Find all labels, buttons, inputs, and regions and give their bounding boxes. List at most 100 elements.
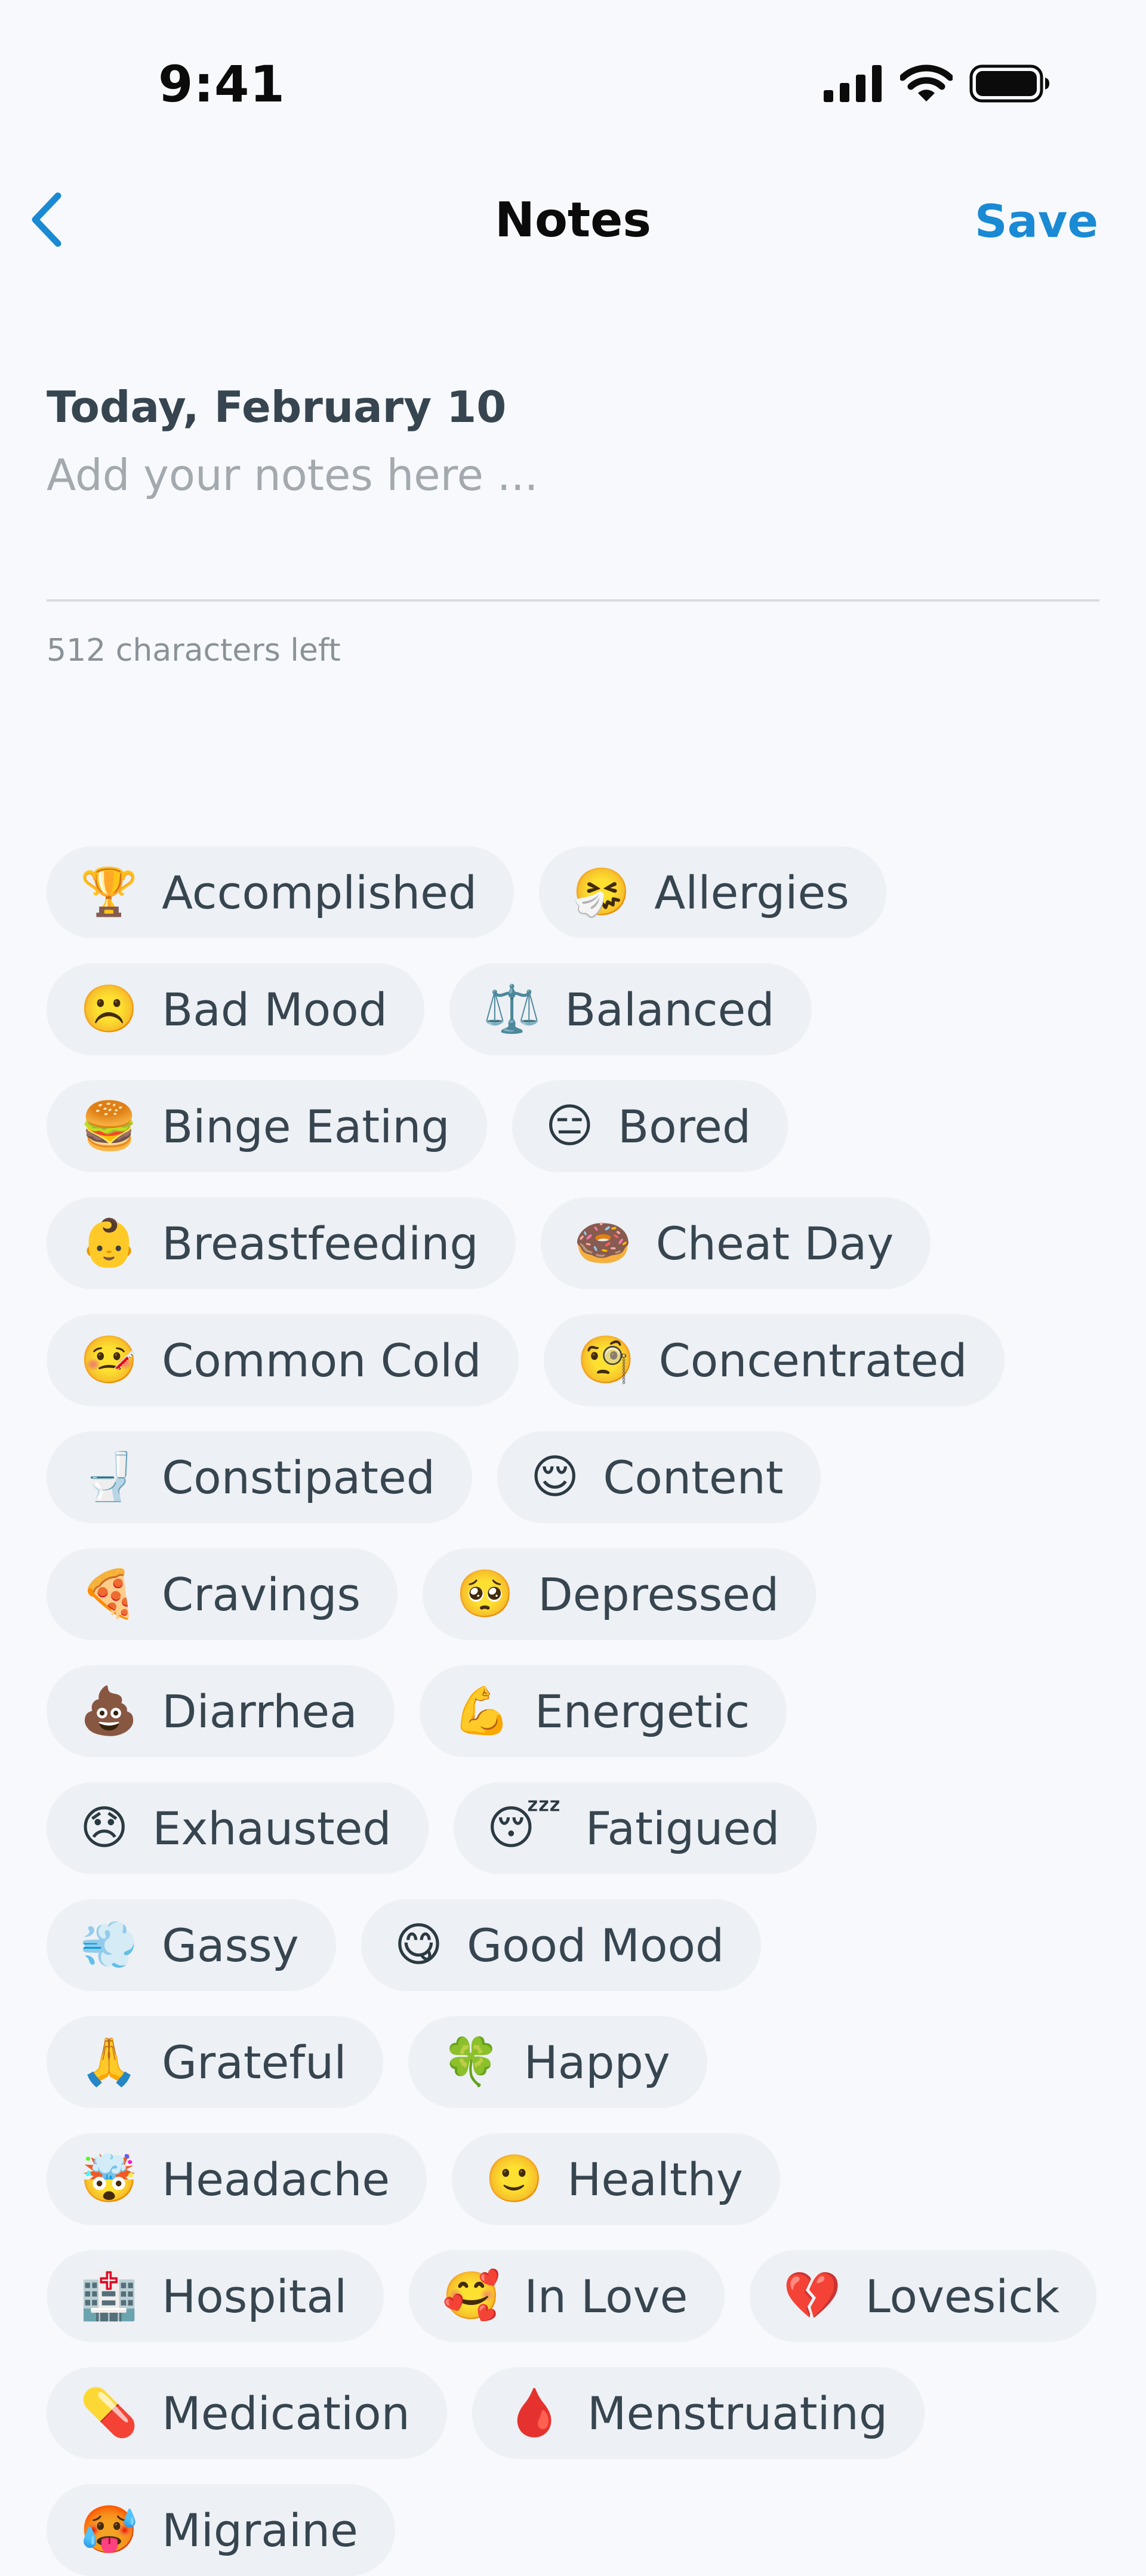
tag-emoji-icon: 💪 xyxy=(452,1684,511,1738)
tag-chip[interactable]: ⚖️ Balanced xyxy=(449,963,812,1055)
tag-list: 🏆 Accomplished 🤧 Allergies ☹️ Bad Mood ⚖️ Balan… xyxy=(47,846,1109,2576)
tag-emoji-icon: 🍀 xyxy=(442,2035,500,2089)
tag-chip[interactable]: 🤧 Allergies xyxy=(539,846,886,938)
tag-emoji-icon: 🥰 xyxy=(442,2269,501,2323)
tag-label: Diarrhea xyxy=(162,1684,358,1738)
wifi-icon xyxy=(899,64,954,105)
tag-emoji-icon: 🥺 xyxy=(456,1567,515,1621)
tag-emoji-icon: 🚽 xyxy=(80,1450,138,1504)
save-button[interactable]: Save xyxy=(975,195,1098,248)
tag-label: Concentrated xyxy=(658,1333,968,1387)
tag-label: Bad Mood xyxy=(162,982,388,1036)
tag-chip[interactable]: 😌 Content xyxy=(497,1431,821,1523)
tag-chip[interactable]: 🏥 Hospital xyxy=(47,2250,384,2342)
tag-label: Breastfeeding xyxy=(162,1216,479,1270)
tag-label: Gassy xyxy=(162,1918,299,1972)
date-label: Today, February 10 xyxy=(47,382,507,432)
tag-label: Exhausted xyxy=(152,1801,392,1855)
tag-chip[interactable]: 🙂 Healthy xyxy=(452,2133,780,2225)
tag-chip[interactable]: 🚽 Constipated xyxy=(47,1431,472,1523)
tag-chip[interactable]: 😋 Good Mood xyxy=(361,1899,762,1991)
tag-chip[interactable]: 🤒 Common Cold xyxy=(47,1314,519,1406)
tag-chip[interactable]: 🙏 Grateful xyxy=(47,2016,384,2108)
tag-label: Accomplished xyxy=(162,865,478,919)
tag-chip[interactable]: 😞 Exhausted xyxy=(47,1782,429,1874)
tag-chip[interactable]: 👶 Breastfeeding xyxy=(47,1197,516,1289)
tag-chip[interactable]: 🧐 Concentrated xyxy=(543,1314,1005,1406)
tag-label: Headache xyxy=(162,2152,390,2206)
tag-emoji-icon: ⚖️ xyxy=(483,982,541,1036)
tag-label: Menstruating xyxy=(587,2386,888,2440)
tag-emoji-icon: 💔 xyxy=(783,2269,842,2323)
tag-emoji-icon: 💩 xyxy=(80,1684,138,1738)
characters-left-counter: 512 characters left xyxy=(47,633,341,668)
tag-emoji-icon: 😑 xyxy=(545,1099,594,1153)
tag-label: Binge Eating xyxy=(162,1099,450,1153)
tag-label: Good Mood xyxy=(467,1918,725,1972)
tag-chip[interactable]: 🥵 Migraine xyxy=(47,2484,395,2576)
notes-divider xyxy=(47,599,1099,602)
battery-icon xyxy=(969,64,1050,105)
status-time: 9:41 xyxy=(158,55,285,113)
tag-chip[interactable]: 💨 Gassy xyxy=(47,1899,336,1991)
tag-emoji-icon: 😋 xyxy=(394,1918,443,1972)
tag-label: Grateful xyxy=(162,2035,347,2089)
tag-emoji-icon: 👶 xyxy=(80,1216,138,1270)
tag-chip[interactable]: 💩 Diarrhea xyxy=(47,1665,395,1757)
tag-chip[interactable]: 💪 Energetic xyxy=(419,1665,787,1757)
tag-label: Common Cold xyxy=(162,1333,482,1387)
tag-label: Cravings xyxy=(162,1567,361,1621)
tag-emoji-icon: 😴 xyxy=(486,1801,562,1855)
tag-label: Medication xyxy=(162,2386,410,2440)
tag-chip[interactable]: 🍀 Happy xyxy=(408,2016,707,2108)
tag-emoji-icon: 🤧 xyxy=(572,865,631,919)
tag-label: Cheat Day xyxy=(655,1216,894,1270)
tag-label: Hospital xyxy=(162,2269,347,2323)
tag-emoji-icon: 🍕 xyxy=(80,1567,138,1621)
tag-emoji-icon: 😌 xyxy=(530,1450,580,1504)
tag-label: Healthy xyxy=(567,2152,743,2206)
tag-label: Energetic xyxy=(534,1684,750,1738)
tag-emoji-icon: ☹️ xyxy=(80,982,138,1036)
tag-label: Allergies xyxy=(654,865,849,919)
tag-chip[interactable]: 💔 Lovesick xyxy=(750,2250,1097,2342)
tag-emoji-icon: 🏥 xyxy=(80,2269,138,2323)
tag-chip[interactable]: 🤯 Headache xyxy=(47,2133,427,2225)
tag-chip[interactable]: 🍩 Cheat Day xyxy=(540,1197,931,1289)
tag-emoji-icon: 🤒 xyxy=(80,1333,138,1387)
tag-chip[interactable]: 🍔 Binge Eating xyxy=(47,1080,487,1172)
tag-label: Constipated xyxy=(162,1450,435,1504)
tag-label: Lovesick xyxy=(865,2269,1060,2323)
tag-emoji-icon: 🥵 xyxy=(80,2503,138,2557)
tag-emoji-icon: 💊 xyxy=(80,2386,138,2440)
tag-emoji-icon: 🧐 xyxy=(577,1333,635,1387)
tag-emoji-icon: 🏆 xyxy=(80,865,138,919)
tag-chip[interactable]: 😑 Bored xyxy=(512,1080,788,1172)
tag-chip[interactable]: 😴 Fatigued xyxy=(453,1782,817,1874)
tag-chip[interactable]: 🩸 Menstruating xyxy=(472,2367,925,2459)
tag-chip[interactable]: 🥺 Depressed xyxy=(423,1548,817,1640)
tag-emoji-icon: 🙂 xyxy=(485,2152,544,2206)
tag-chip[interactable]: 🏆 Accomplished xyxy=(47,846,515,938)
tag-chip[interactable]: 💊 Medication xyxy=(47,2367,447,2459)
notes-section: Today, February 10 512 characters left xyxy=(47,382,1099,668)
tag-label: Fatigued xyxy=(585,1801,780,1855)
tag-label: In Love xyxy=(524,2269,688,2323)
tag-chip[interactable]: ☹️ Bad Mood xyxy=(47,963,425,1055)
tag-label: Content xyxy=(603,1450,784,1504)
tag-label: Migraine xyxy=(162,2503,358,2557)
navigation-bar: Notes Save xyxy=(0,179,1146,263)
tag-label: Depressed xyxy=(538,1567,780,1621)
notes-input[interactable] xyxy=(47,450,1099,593)
status-bar: 9:41 xyxy=(0,0,1146,137)
tag-label: Happy xyxy=(523,2035,670,2089)
tag-emoji-icon: 🙏 xyxy=(80,2035,138,2089)
tag-chip[interactable]: 🥰 In Love xyxy=(409,2250,725,2342)
tag-emoji-icon: 🍩 xyxy=(574,1216,632,1270)
status-icons xyxy=(824,64,1050,105)
tag-label: Balanced xyxy=(565,982,775,1036)
tag-emoji-icon: 🍔 xyxy=(80,1099,138,1153)
tag-label: Bored xyxy=(617,1099,751,1153)
tag-chip[interactable]: 🍕 Cravings xyxy=(47,1548,398,1640)
tag-emoji-icon: 🩸 xyxy=(505,2386,563,2440)
